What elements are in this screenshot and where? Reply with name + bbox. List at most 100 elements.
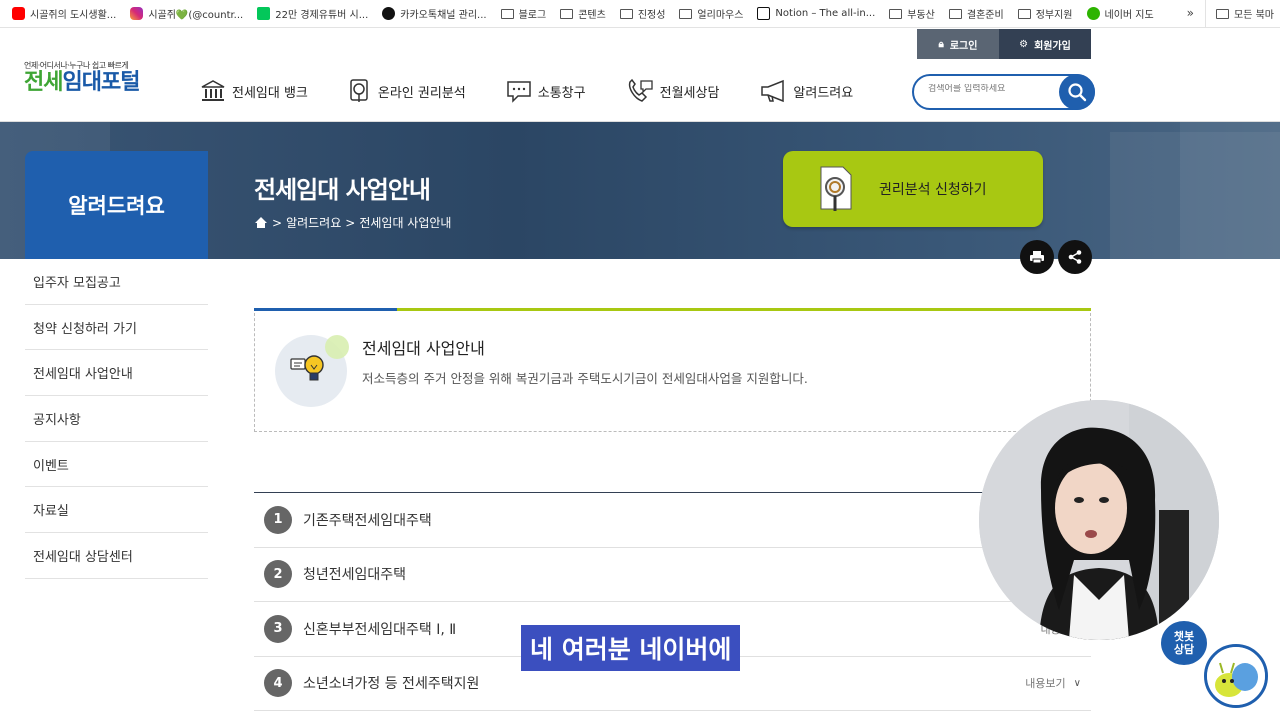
- nav-label: 전세임대 뱅크: [232, 85, 308, 101]
- sidebar-item[interactable]: 이벤트: [25, 442, 208, 488]
- site-header: 🔒︎ 로그인 ⚙ 회원가입 언제·어디서나·누구나 쉽고 빠르게 전세임대포털 …: [0, 28, 1280, 122]
- print-icon: [1030, 251, 1044, 264]
- account-bar: 🔒︎ 로그인 ⚙ 회원가입: [917, 29, 1091, 59]
- webcam-overlay: [979, 400, 1219, 640]
- intro-top-border-accent: [254, 308, 397, 311]
- apply-label: 권리분석 신청하기: [879, 182, 987, 198]
- bookmark-item[interactable]: 네이버 지도: [1086, 6, 1154, 21]
- search-icon: [1068, 83, 1087, 102]
- presenter-video: [979, 400, 1219, 640]
- folder-icon: [948, 8, 962, 19]
- bookmark-item[interactable]: 정부지원: [1017, 6, 1073, 21]
- folder-icon: [1017, 8, 1031, 19]
- sidebar-item[interactable]: 전세임대 사업안내: [25, 350, 208, 397]
- bookmark-label: 얼리마우스: [697, 10, 744, 21]
- sidebar-item[interactable]: 자료실: [25, 487, 208, 534]
- bookmark-label: 시골쥐💚(@countr...: [148, 10, 244, 21]
- site-logo[interactable]: 언제·어디서나·누구나 쉽고 빠르게 전세임대포털: [24, 60, 140, 95]
- program-number: 2: [264, 560, 292, 589]
- bulb-icon: [275, 335, 349, 407]
- lock-icon: 🔒︎: [938, 38, 944, 50]
- bookmark-item[interactable]: 결혼준비: [948, 6, 1004, 21]
- view-more-button[interactable]: 내용보기 ∨: [1025, 675, 1081, 691]
- chatbot-button[interactable]: 챗봇 상담: [1161, 621, 1207, 665]
- chatbot-label-line: 챗봇: [1173, 630, 1195, 643]
- login-button[interactable]: 🔒︎ 로그인: [917, 29, 999, 59]
- folder-icon: [1216, 8, 1230, 19]
- youtube-icon: [12, 7, 25, 20]
- nav-item-notice[interactable]: 알려드려요: [759, 78, 853, 104]
- analysis-icon: [350, 79, 368, 102]
- bookmark-item[interactable]: 얼리마우스: [679, 6, 743, 21]
- home-icon[interactable]: [254, 216, 268, 229]
- program-list: 1 기존주택전세임대주택 2 청년전세임대주택 3 신혼부부전세임대주택 Ⅰ, …: [254, 492, 1091, 711]
- breadcrumb-separator: >: [345, 215, 356, 230]
- intro-top-border: [254, 308, 1091, 311]
- bookmark-label: 22만 경제유튜버 시...: [275, 10, 369, 21]
- instagram-icon: [130, 7, 144, 20]
- sidebar-item[interactable]: 입주자 모집공고: [25, 259, 208, 305]
- join-button[interactable]: ⚙ 회원가입: [999, 29, 1091, 59]
- program-number: 3: [264, 614, 292, 643]
- map-icon: [1086, 7, 1100, 20]
- breadcrumb-item[interactable]: 알려드려요: [286, 214, 341, 231]
- nav-label: 온라인 권리분석: [377, 85, 466, 101]
- bookmark-label: 네이버 지도: [1104, 10, 1154, 21]
- breadcrumb: > 알려드려요 > 전세임대 사업안내: [254, 214, 451, 231]
- bookmark-item[interactable]: 시골쥐의 도시생활...: [12, 6, 116, 21]
- kakao-icon: [382, 7, 396, 20]
- sidebar-item[interactable]: 청약 신청하러 가기: [25, 305, 208, 351]
- logo-text-b: 임대포털: [62, 70, 140, 95]
- nav-item-communication[interactable]: 소통창구: [506, 78, 586, 104]
- mascot-icon: [1207, 647, 1265, 705]
- search-button[interactable]: [1059, 74, 1095, 110]
- program-label: 기존주택전세임대주택: [303, 512, 432, 529]
- program-item[interactable]: 1 기존주택전세임대주택: [254, 493, 1091, 548]
- bookmarks-overflow-button[interactable]: »: [1187, 6, 1194, 20]
- bookmark-item[interactable]: 카카오톡채널 관리...: [382, 6, 487, 21]
- share-button[interactable]: [1058, 240, 1092, 274]
- breadcrumb-separator: >: [272, 215, 283, 230]
- intro-description: 저소득층의 주거 안정을 위해 복권기금과 주택도시기금이 전세임대사업을 지원…: [362, 371, 808, 386]
- breadcrumb-item[interactable]: 전세임대 사업안내: [359, 214, 451, 231]
- megaphone-icon: [761, 79, 785, 103]
- bookmark-item[interactable]: 22만 경제유튜버 시...: [257, 6, 368, 21]
- nav-label: 소통창구: [537, 85, 586, 101]
- naver-icon: [257, 7, 271, 20]
- video-subtitle: 네 여러분 네이버에: [521, 625, 741, 671]
- bookmark-item[interactable]: 시골쥐💚(@countr...: [130, 6, 243, 21]
- bookmark-all-label: 모든 북마: [1234, 10, 1274, 21]
- sidebar-item[interactable]: 공지사항: [25, 396, 208, 442]
- bookmark-item[interactable]: 블로그: [500, 6, 547, 21]
- bookmark-all-folder[interactable]: 모든 북마: [1205, 0, 1280, 27]
- nav-item-consult[interactable]: 전월세상담: [626, 78, 719, 104]
- bookmark-label: 부동산: [907, 10, 935, 21]
- chevron-down-icon: ∨: [1073, 677, 1081, 689]
- sidebar-item[interactable]: 전세임대 상담센터: [25, 533, 208, 579]
- bookmark-item[interactable]: 진정성: [619, 6, 666, 21]
- bookmark-label: 진정성: [637, 10, 666, 21]
- folder-icon: [560, 8, 574, 19]
- bookmark-item[interactable]: 콘텐츠: [560, 6, 606, 21]
- gear-icon: ⚙: [1019, 38, 1029, 50]
- print-button[interactable]: [1020, 240, 1054, 274]
- chat-icon: [507, 81, 531, 103]
- phone-icon: [628, 78, 653, 102]
- document-magnifier-icon: [820, 166, 852, 211]
- logo-text: 전세임대포털: [24, 70, 140, 95]
- page-title: 전세임대 사업안내: [254, 176, 431, 204]
- nav-item-analysis[interactable]: 온라인 권리분석: [348, 78, 466, 104]
- logo-text-a: 전세: [24, 70, 63, 95]
- bookmark-label: 카카오톡채널 관리...: [400, 10, 487, 21]
- main-nav: 전세임대 뱅크 온라인 권리분석 소통창구 전월세상담 알려드려요: [200, 78, 893, 104]
- bookmark-item[interactable]: 부동산: [889, 6, 935, 21]
- nav-item-bank[interactable]: 전세임대 뱅크: [200, 78, 308, 104]
- apply-rights-analysis-button[interactable]: 권리분석 신청하기: [783, 151, 1043, 227]
- program-item[interactable]: 2 청년전세임대주택: [254, 548, 1091, 602]
- search-input[interactable]: [928, 84, 1048, 94]
- bookmark-label: Notion – The all-in...: [775, 8, 876, 19]
- chatbot-mascot[interactable]: [1204, 644, 1268, 708]
- view-more-label: 내용보기: [1025, 677, 1066, 691]
- bookmark-label: 블로그: [518, 10, 547, 21]
- bookmark-item[interactable]: Notion – The all-in...: [757, 7, 875, 20]
